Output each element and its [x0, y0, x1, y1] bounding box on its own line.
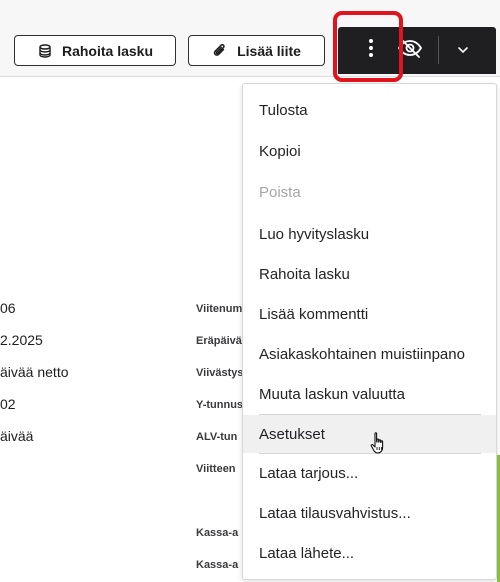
hand-pointer-icon [370, 431, 388, 460]
field-label-reference: Viitenum [196, 303, 243, 315]
menu-item-customer-note[interactable]: Asiakaskohtainen muistiinpano [259, 346, 465, 363]
menu-item-create-credit-note[interactable]: Luo hyvityslasku [259, 226, 369, 243]
toolbar-divider [438, 36, 439, 64]
menu-item-download-quote[interactable]: Lataa tarjous... [259, 465, 358, 482]
more-actions-menu: Tulosta Kopioi Poista Luo hyvityslasku R… [242, 83, 497, 580]
menu-item-settings[interactable]: Asetukset [259, 426, 325, 443]
menu-item-print[interactable]: Tulosta [259, 102, 308, 119]
coins-icon [37, 43, 53, 59]
paperclip-icon [212, 43, 228, 59]
invoice-value-3: äivää netto [0, 364, 69, 380]
invoice-value-2: 2.2025 [0, 332, 43, 348]
field-label-your-reference: Viitteen [196, 463, 236, 475]
invoice-value-4: 02 [0, 396, 16, 412]
menu-item-copy[interactable]: Kopioi [259, 143, 301, 160]
field-label-business-id: Y-tunnus [196, 399, 244, 411]
field-label-cash-discount-2: Kassa-a [196, 559, 239, 571]
add-attachment-label: Lisää liite [237, 42, 301, 59]
field-label-vat-id: ALV-tun [196, 431, 238, 443]
menu-item-download-delivery-note[interactable]: Lataa lähete... [259, 545, 354, 562]
menu-separator [259, 414, 481, 415]
highlight-annotation [333, 11, 403, 82]
menu-item-change-currency[interactable]: Muuta laskun valuutta [259, 386, 405, 403]
invoice-value-1: 06 [0, 300, 16, 316]
add-attachment-button[interactable]: Lisää liite [188, 35, 325, 66]
menu-item-add-comment[interactable]: Lisää kommentti [259, 306, 368, 323]
field-label-due-date: Eräpäivä [196, 335, 242, 347]
field-label-cash-discount-1: Kassa-a [196, 527, 239, 539]
menu-item-delete: Poista [259, 184, 301, 201]
field-label-late-interest: Viivästys [196, 367, 244, 379]
invoice-value-5: äivää [0, 428, 34, 444]
finance-invoice-button[interactable]: Rahoita lasku [14, 35, 176, 66]
menu-item-download-order-confirmation[interactable]: Lataa tilausvahvistus... [259, 505, 411, 522]
menu-item-finance-invoice[interactable]: Rahoita lasku [259, 266, 350, 283]
finance-invoice-label: Rahoita lasku [61, 42, 154, 59]
more-options-dropdown[interactable] [450, 36, 476, 64]
chevron-down-icon [457, 41, 469, 59]
